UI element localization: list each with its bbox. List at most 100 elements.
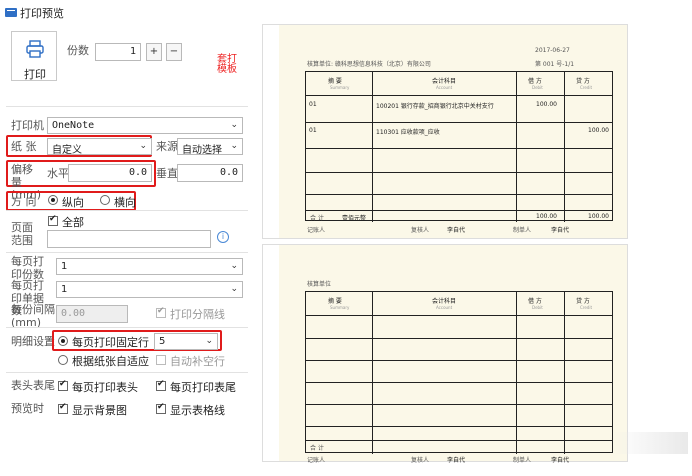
signer-reviewer: 复核人 bbox=[411, 457, 430, 464]
paper-select[interactable]: 自定义 ⌄ bbox=[47, 138, 152, 156]
auto-fit-label[interactable]: 根据纸张自适应 bbox=[72, 353, 149, 369]
total-label: 合 计 bbox=[310, 445, 324, 452]
orientation-label: 方 向 bbox=[11, 195, 37, 208]
portrait-radio[interactable] bbox=[48, 195, 58, 205]
voucher-unit: 核算单位 bbox=[307, 281, 332, 288]
gap-label: 每份间隔(mm) bbox=[11, 303, 55, 329]
row2-credit: 100.00 bbox=[588, 127, 609, 134]
offset-vertical-input[interactable]: 0.0 bbox=[177, 164, 243, 182]
printer-label: 打印机 bbox=[11, 119, 44, 132]
print-footer-checkbox[interactable] bbox=[156, 379, 166, 391]
landscape-label[interactable]: 横向 bbox=[114, 194, 136, 210]
print-footer-label[interactable]: 每页打印表尾 bbox=[170, 379, 236, 395]
print-button-label: 打印 bbox=[24, 68, 46, 81]
fixed-rows-value: 5 bbox=[159, 336, 166, 347]
preview-pane: 核算单位: 赣科思想信息科技（北京）有限公司 2017-06-27 第 001 … bbox=[258, 22, 692, 476]
template-print-link[interactable]: 套打模板 bbox=[214, 55, 240, 75]
voucher-unit: 核算单位: 赣科思想信息科技（北京）有限公司 bbox=[307, 61, 431, 68]
divider bbox=[6, 106, 248, 107]
show-bg-checkbox[interactable] bbox=[58, 402, 68, 414]
scroll-fade bbox=[612, 432, 688, 454]
total-text: 壹佰元整 bbox=[342, 215, 367, 222]
col-account-header: 会计科目 bbox=[432, 298, 457, 305]
landscape-radio[interactable] bbox=[100, 195, 110, 205]
offset-horizontal-input[interactable]: 0.0 bbox=[68, 164, 152, 182]
col-debit-header: 借 方 bbox=[528, 78, 542, 85]
signer-maker: 制单人 bbox=[513, 457, 532, 464]
col-debit-header-en: Debit bbox=[532, 305, 543, 310]
fixed-rows-select[interactable]: 5 ⌄ bbox=[154, 333, 218, 350]
paper-value: 自定义 bbox=[52, 145, 82, 156]
col-account-header-en: Account bbox=[436, 305, 453, 310]
fixed-rows-label[interactable]: 每页打印固定行 bbox=[72, 334, 149, 350]
copies-per-page-select[interactable]: 1 ⌄ bbox=[56, 258, 243, 275]
chevron-down-icon: ⌄ bbox=[205, 336, 213, 346]
docs-per-page-select[interactable]: 1 ⌄ bbox=[56, 281, 243, 298]
chevron-down-icon: ⌄ bbox=[230, 141, 238, 151]
page-range-all-label[interactable]: 全部 bbox=[62, 214, 84, 230]
page-range-label: 页面范围 bbox=[11, 221, 33, 247]
voucher-table: 摘 要 Summary 会计科目 Account 借 方 Debit 贷 方 C… bbox=[305, 71, 613, 222]
row2-account: 110301 应收款项_应收 bbox=[376, 129, 440, 136]
col-account-header-en: Account bbox=[436, 85, 453, 90]
signer-maker: 制单人 bbox=[513, 227, 532, 234]
preview-label: 预览时 bbox=[11, 402, 44, 415]
col-credit-header-en: Credit bbox=[580, 305, 593, 310]
copies-input[interactable]: 1 bbox=[95, 43, 141, 61]
divider bbox=[6, 327, 248, 328]
page-range-input[interactable] bbox=[47, 230, 211, 248]
total-credit: 100.00 bbox=[588, 213, 609, 220]
portrait-label[interactable]: 纵向 bbox=[62, 194, 84, 210]
voucher-number: 第 001 号-1/1 bbox=[535, 61, 575, 68]
fixed-rows-radio[interactable] bbox=[58, 336, 68, 346]
chevron-down-icon: ⌄ bbox=[139, 141, 147, 151]
printer-select[interactable]: OneNote ⌄ bbox=[47, 117, 243, 134]
auto-fit-radio[interactable] bbox=[58, 355, 68, 365]
page-range-all-checkbox[interactable] bbox=[48, 214, 58, 226]
divider bbox=[6, 252, 248, 253]
source-label: 来源 bbox=[156, 140, 178, 153]
copies-plus-button[interactable]: + bbox=[146, 43, 162, 61]
total-label: 合 计 bbox=[310, 215, 324, 222]
voucher-date: 2017-06-27 bbox=[535, 47, 570, 54]
auto-fill-checkbox[interactable] bbox=[156, 355, 166, 365]
copies-label: 份数 bbox=[67, 44, 89, 57]
window-title: 打印预览 bbox=[20, 7, 64, 20]
signer-reviewer-name: 李自代 bbox=[447, 457, 466, 464]
copies-per-page-label: 每页打印份数 bbox=[11, 255, 44, 281]
col-credit-header-en: Credit bbox=[580, 85, 593, 90]
show-bg-label[interactable]: 显示背景图 bbox=[72, 402, 127, 418]
auto-fill-label[interactable]: 自动补空行 bbox=[170, 353, 225, 369]
docs-per-page-value: 1 bbox=[61, 284, 68, 295]
col-summary-header: 摘 要 bbox=[328, 298, 342, 305]
window-icon bbox=[5, 8, 17, 17]
row1-account: 100201 银行存款_招商银行北京中关村支行 bbox=[376, 103, 494, 110]
printer-value: OneNote bbox=[52, 120, 95, 131]
row1-debit: 100.00 bbox=[536, 101, 557, 108]
divider bbox=[6, 372, 248, 373]
copies-minus-button[interactable]: − bbox=[166, 43, 182, 61]
print-header-checkbox[interactable] bbox=[58, 379, 68, 391]
total-debit: 100.00 bbox=[536, 213, 557, 220]
divider-line-checkbox[interactable] bbox=[156, 306, 166, 318]
info-icon[interactable]: i bbox=[217, 231, 229, 243]
show-grid-label[interactable]: 显示表格线 bbox=[170, 402, 225, 418]
gap-input[interactable]: 0.00 bbox=[56, 305, 128, 323]
signer-bookkeeper: 记账人 bbox=[307, 457, 326, 464]
voucher-header-row bbox=[306, 292, 612, 316]
show-grid-checkbox[interactable] bbox=[156, 402, 166, 414]
col-summary-header-en: Summary bbox=[330, 305, 350, 310]
divider-line-label[interactable]: 打印分隔线 bbox=[170, 306, 225, 322]
print-button[interactable]: 打印 bbox=[11, 31, 57, 81]
print-header-label[interactable]: 每页打印表头 bbox=[72, 379, 138, 395]
col-summary-header-en: Summary bbox=[330, 85, 350, 90]
detail-label: 明细设置 bbox=[11, 335, 55, 348]
voucher-header-row bbox=[306, 72, 612, 96]
source-select[interactable]: 自动选择 ⌄ bbox=[177, 138, 243, 156]
chevron-down-icon: ⌄ bbox=[230, 120, 238, 130]
row1-summary: 01 bbox=[309, 101, 317, 108]
chevron-down-icon: ⌄ bbox=[230, 284, 238, 294]
binding-strip bbox=[263, 245, 279, 461]
col-summary-header: 摘 要 bbox=[328, 78, 342, 85]
col-account-header: 会计科目 bbox=[432, 78, 457, 85]
